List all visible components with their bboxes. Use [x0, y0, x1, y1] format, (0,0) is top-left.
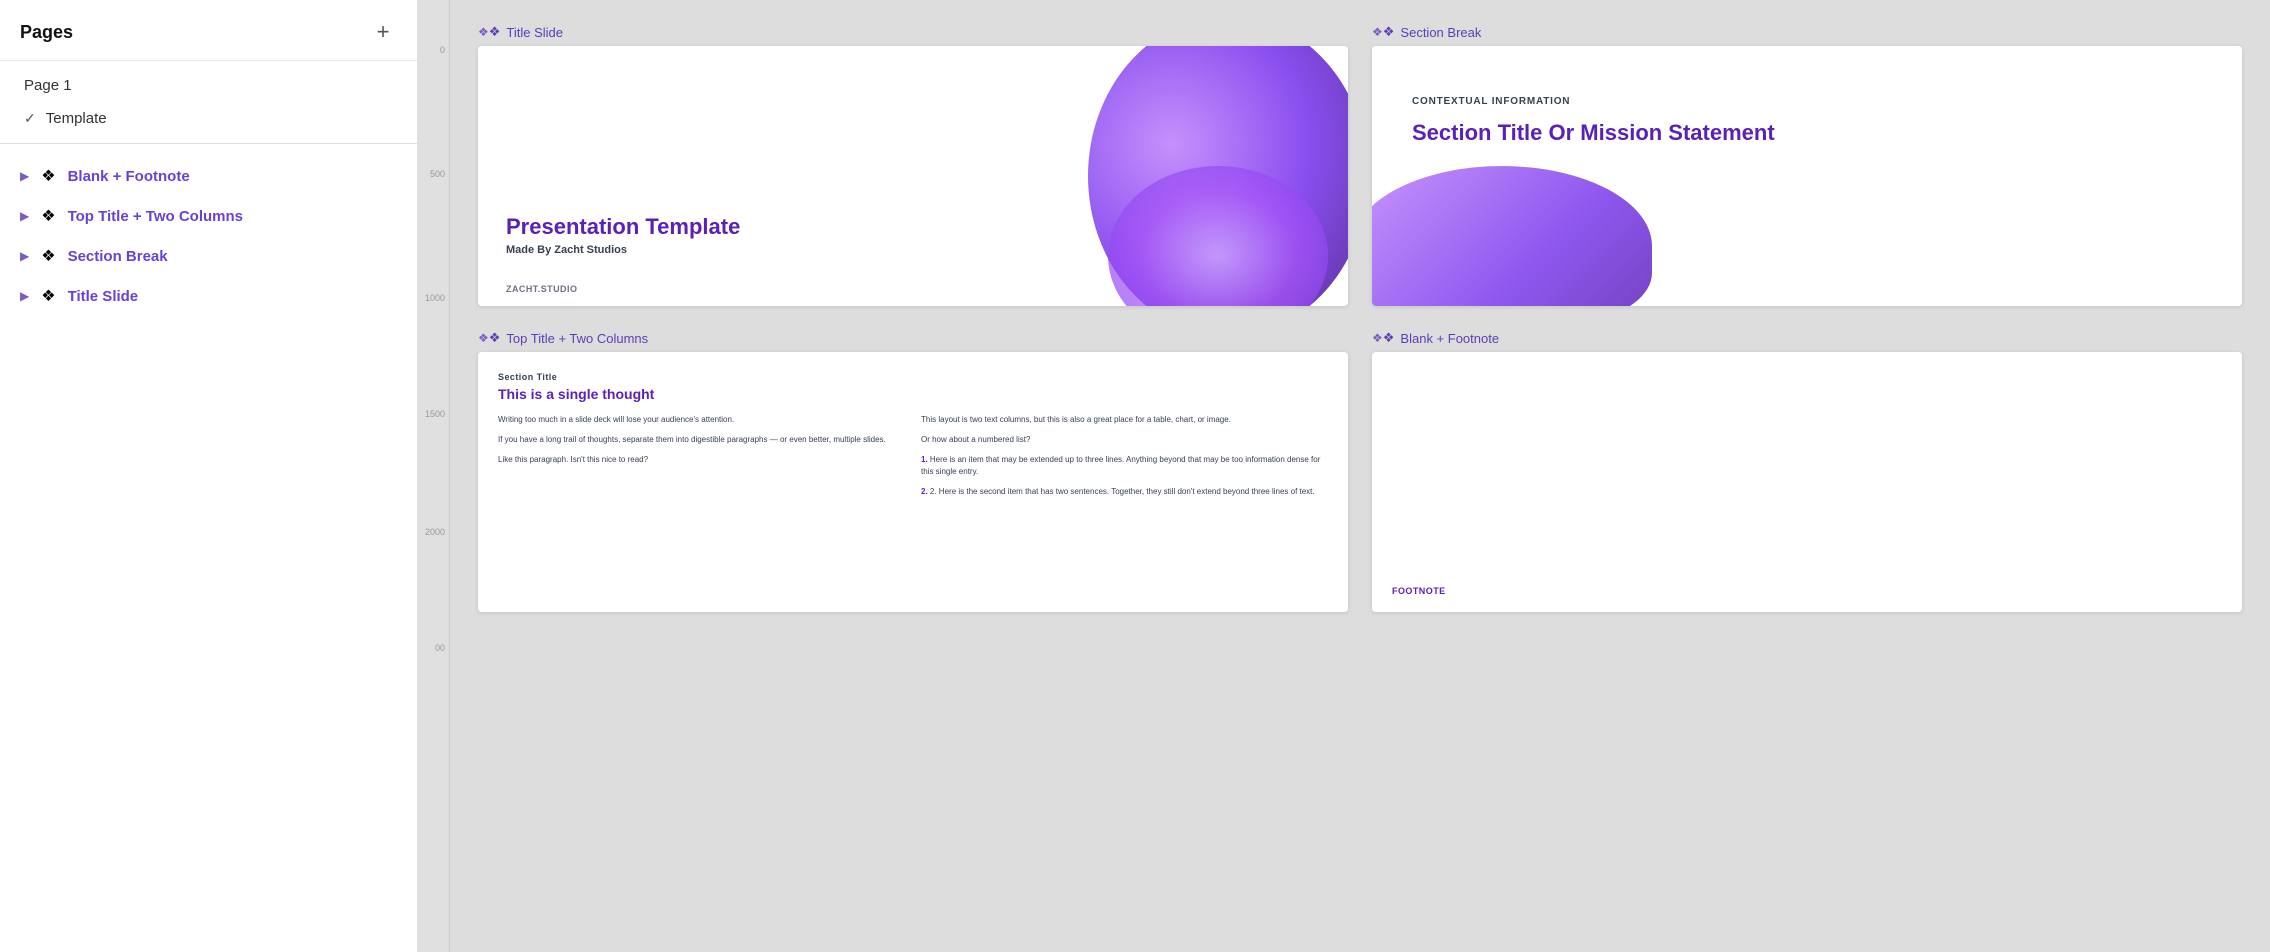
expand-icon-title-slide: ▶ — [20, 289, 29, 303]
two-col-label: ❖ Top Title + Two Columns — [478, 330, 1348, 346]
section-break-blob — [1372, 166, 1652, 306]
ruler-left: 0 500 1000 1500 2000 00 — [418, 0, 450, 952]
title-slide-subtitle: Made By Zacht Studios — [506, 244, 740, 256]
layout-label-title-slide: Title Slide — [68, 288, 139, 305]
left-para-1: Writing too much in a slide deck will lo… — [498, 414, 905, 426]
page1-label: Page 1 — [24, 77, 72, 94]
section-break-content: CONTEXTUAL INFORMATION Section Title Or … — [1412, 96, 2202, 148]
ruler-mark-1000: 1000 — [422, 294, 449, 303]
left-para-3: Like this paragraph. Isn't this nice to … — [498, 454, 905, 466]
expand-icon-section-break: ▶ — [20, 249, 29, 263]
expand-icon-two-columns: ▶ — [20, 209, 29, 223]
title-slide-dots-icon: ❖ — [478, 24, 500, 40]
blank-fn-section: ❖ Blank + Footnote FOOTNOTE — [1372, 330, 2242, 612]
layout-label-two-columns: Top Title + Two Columns — [68, 208, 243, 225]
template-label: Template — [46, 110, 107, 127]
slides-canvas: ❖ Title Slide Presentation Template Made… — [450, 0, 2270, 952]
ruler-mark-2000: 2000 — [422, 528, 449, 537]
expand-icon-blank-footnote: ▶ — [20, 169, 29, 183]
drag-icon-two-columns: ❖ — [41, 206, 55, 226]
right-para-1: This layout is two text columns, but thi… — [921, 414, 1328, 426]
layout-item-blank-footnote[interactable]: ▶ ❖ Blank + Footnote — [0, 156, 417, 196]
title-slide-label: ❖ Title Slide — [478, 24, 1348, 40]
section-break-section: ❖ Section Break CONTEXTUAL INFORMATION S… — [1372, 24, 2242, 306]
right-para-2: Or how about a numbered list? — [921, 434, 1328, 446]
blank-fn-card[interactable]: FOOTNOTE — [1372, 352, 2242, 612]
ruler-mark-0: 0 — [422, 46, 449, 55]
drag-icon-title-slide: ❖ — [41, 286, 55, 306]
blank-fn-inner: FOOTNOTE — [1372, 352, 2242, 612]
add-page-button[interactable]: + — [369, 18, 397, 46]
page-item-page1[interactable]: Page 1 — [0, 69, 417, 102]
title-slide-section: ❖ Title Slide Presentation Template Made… — [478, 24, 1348, 306]
blank-fn-footer: FOOTNOTE — [1392, 586, 1446, 596]
two-col-right: This layout is two text columns, but thi… — [921, 414, 1328, 506]
layouts-list: ▶ ❖ Blank + Footnote ▶ ❖ Top Title + Two… — [0, 144, 417, 952]
two-col-section-label: Section Title — [498, 372, 1328, 382]
ruler-mark-500: 500 — [422, 170, 449, 179]
title-slide-content: Presentation Template Made By Zacht Stud… — [506, 214, 740, 256]
right-para-4: 2. 2. Here is the second item that has t… — [921, 486, 1328, 498]
section-break-inner: CONTEXTUAL INFORMATION Section Title Or … — [1372, 46, 2242, 306]
title-slide-card[interactable]: Presentation Template Made By Zacht Stud… — [478, 46, 1348, 306]
section-break-card[interactable]: CONTEXTUAL INFORMATION Section Title Or … — [1372, 46, 2242, 306]
sidebar-header: Pages + — [0, 0, 417, 61]
sidebar: Pages + Page 1 ✓ Template ▶ ❖ Blank + Fo… — [0, 0, 418, 952]
layout-item-section-break[interactable]: ▶ ❖ Section Break — [0, 236, 417, 276]
title-slide-footer: ZACHT.STUDIO — [506, 284, 577, 294]
left-para-2: If you have a long trail of thoughts, se… — [498, 434, 905, 446]
canvas-area: 0 500 1000 1500 2000 00 ❖ Title Slide Pr… — [418, 0, 2270, 952]
page-item-template[interactable]: ✓ Template — [0, 102, 417, 135]
two-col-card[interactable]: Section Title This is a single thought W… — [478, 352, 1348, 612]
right-para-3-bold: 1. — [921, 455, 928, 464]
section-break-dots-icon: ❖ — [1372, 24, 1394, 40]
pages-list: Page 1 ✓ Template — [0, 61, 417, 144]
sidebar-title: Pages — [20, 22, 73, 43]
layout-label-blank-footnote: Blank + Footnote — [68, 168, 190, 185]
right-para-3: 1. Here is an item that may be extended … — [921, 454, 1328, 478]
section-break-context-label: CONTEXTUAL INFORMATION — [1412, 96, 2202, 107]
section-break-label: ❖ Section Break — [1372, 24, 2242, 40]
blank-fn-dots-icon: ❖ — [1372, 330, 1394, 346]
two-col-heading: This is a single thought — [498, 386, 1328, 402]
ruler-mark-00: 00 — [422, 644, 449, 653]
drag-icon-section-break: ❖ — [41, 246, 55, 266]
blank-fn-label: ❖ Blank + Footnote — [1372, 330, 2242, 346]
ruler-mark-1500: 1500 — [422, 410, 449, 419]
layout-label-section-break: Section Break — [68, 248, 168, 265]
check-icon: ✓ — [24, 110, 36, 127]
title-slide-title: Presentation Template — [506, 214, 740, 240]
two-col-section: ❖ Top Title + Two Columns Section Title … — [478, 330, 1348, 612]
layout-item-top-title-two-columns[interactable]: ▶ ❖ Top Title + Two Columns — [0, 196, 417, 236]
two-col-dots-icon: ❖ — [478, 330, 500, 346]
right-para-4-bold: 2. — [921, 487, 928, 496]
drag-icon-blank-footnote: ❖ — [41, 166, 55, 186]
two-col-left: Writing too much in a slide deck will lo… — [498, 414, 905, 506]
section-break-title: Section Title Or Mission Statement — [1412, 119, 2202, 148]
layout-item-title-slide[interactable]: ▶ ❖ Title Slide — [0, 276, 417, 316]
two-col-inner: Section Title This is a single thought W… — [478, 352, 1348, 612]
title-slide-inner: Presentation Template Made By Zacht Stud… — [478, 46, 1348, 306]
two-col-columns: Writing too much in a slide deck will lo… — [498, 414, 1328, 506]
